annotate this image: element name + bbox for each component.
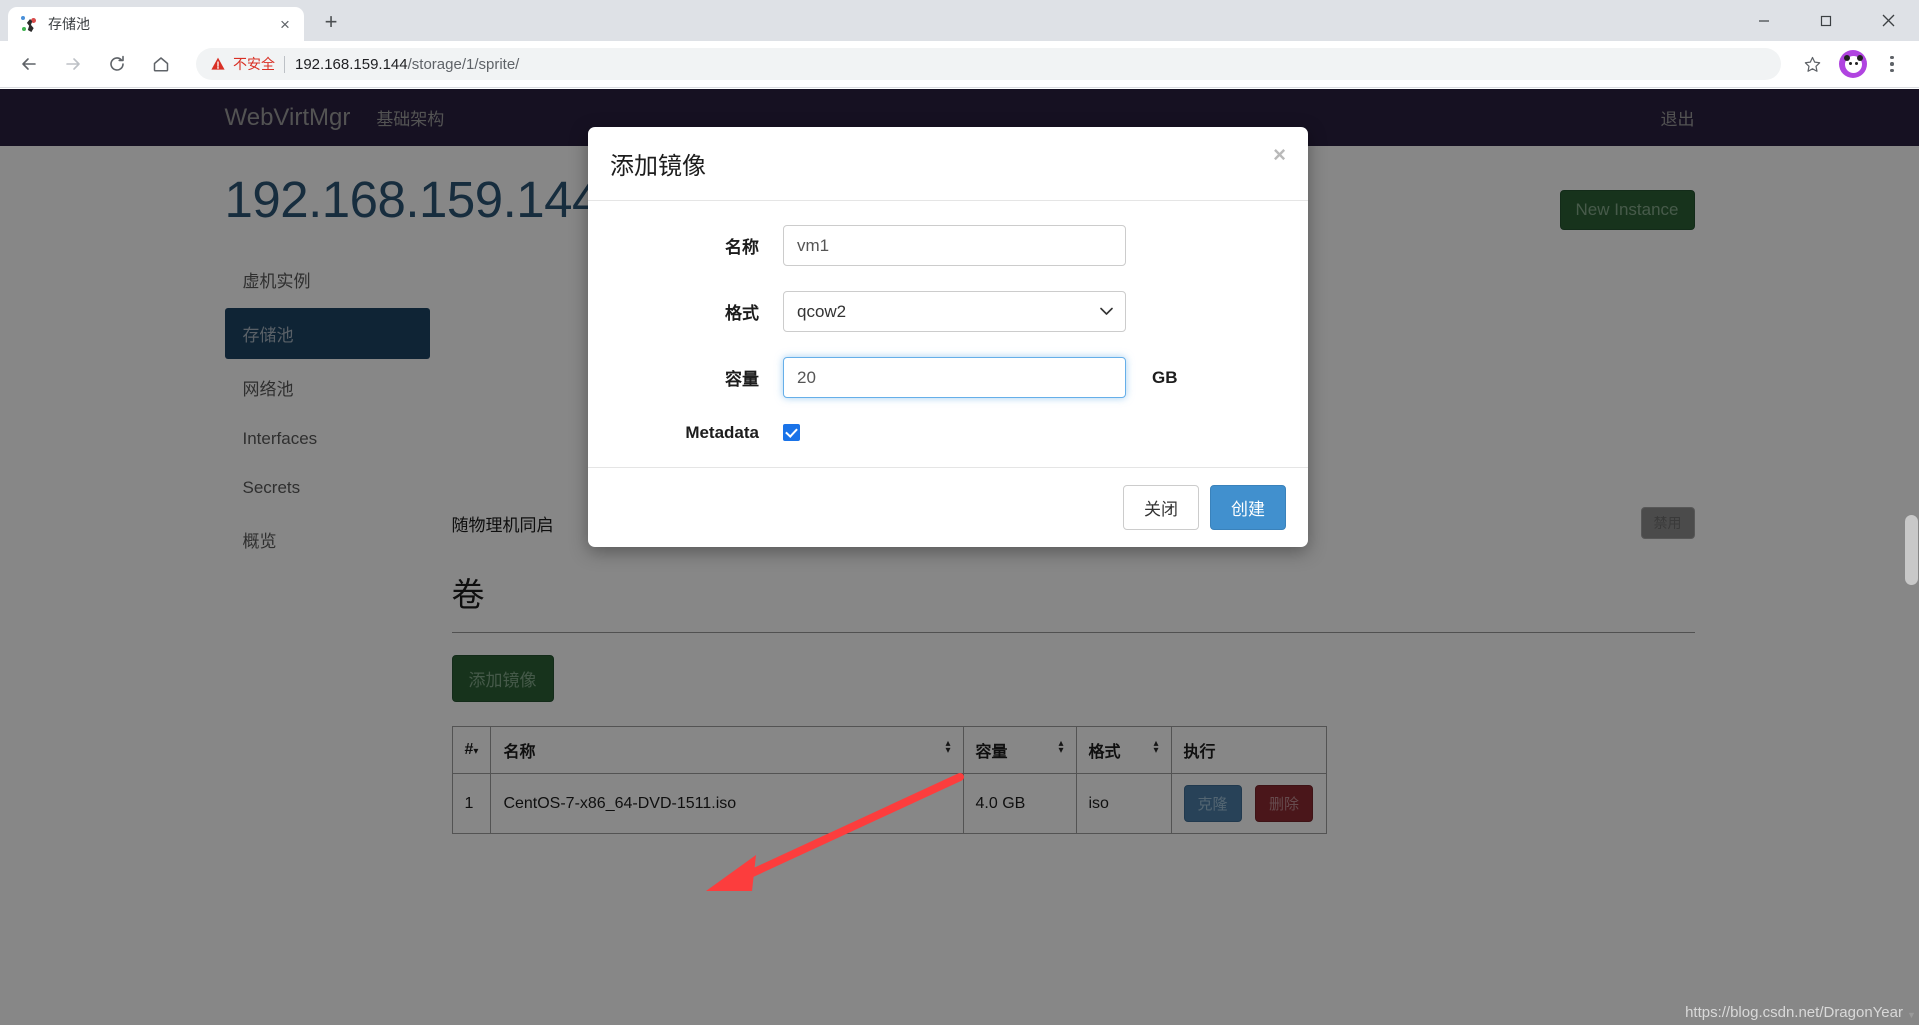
- form-row-format: 格式 qcow2: [610, 291, 1286, 332]
- forward-icon[interactable]: [56, 47, 90, 81]
- page-viewport: WebVirtMgr 基础架构 退出 192.168.159.144 New I…: [0, 89, 1919, 1025]
- reload-icon[interactable]: [100, 47, 134, 81]
- format-select[interactable]: qcow2: [783, 291, 1126, 332]
- address-bar[interactable]: 不安全 192.168.159.144/storage/1/sprite/: [196, 48, 1781, 80]
- form-row-name: 名称: [610, 225, 1286, 266]
- metadata-label: Metadata: [685, 423, 759, 442]
- metadata-checkbox[interactable]: [783, 424, 800, 442]
- name-input[interactable]: [783, 225, 1126, 266]
- panda-avatar-icon: [1843, 54, 1863, 73]
- back-icon[interactable]: [12, 47, 46, 81]
- url-host: 192.168.159.144: [295, 55, 408, 73]
- modal-header: 添加镜像 ×: [588, 127, 1308, 201]
- browser-window: 存储池 × + 不安全 192.168.159.144/storage/1/sp…: [0, 0, 1919, 1025]
- profile-avatar[interactable]: [1839, 50, 1867, 78]
- tab-strip: 存储池 × +: [0, 0, 1919, 41]
- close-tab-icon[interactable]: ×: [274, 13, 296, 35]
- modal-close-button[interactable]: 关闭: [1123, 485, 1199, 530]
- page-scrollbar[interactable]: ▼: [1904, 89, 1919, 1025]
- browser-toolbar: 不安全 192.168.159.144/storage/1/sprite/: [0, 41, 1919, 88]
- url-path: /storage/1/sprite/: [407, 55, 520, 73]
- tab-title: 存储池: [48, 16, 90, 32]
- status-bar-url: https://blog.csdn.net/DragonYear: [1685, 1004, 1903, 1021]
- browser-tab[interactable]: 存储池 ×: [8, 7, 304, 41]
- modal-create-button[interactable]: 创建: [1210, 485, 1286, 530]
- form-row-capacity: 容量 GB: [610, 357, 1286, 398]
- format-label: 格式: [725, 304, 759, 323]
- minimize-icon[interactable]: [1733, 0, 1795, 41]
- modal-body: 名称 格式 qcow2: [588, 201, 1308, 467]
- url-text: 192.168.159.144/storage/1/sprite/: [295, 56, 519, 73]
- not-secure-warning-icon: [210, 56, 226, 72]
- security-label: 不安全: [233, 56, 275, 72]
- new-tab-button[interactable]: +: [314, 5, 348, 39]
- toolbar-right: [1795, 47, 1907, 81]
- modal-title: 添加镜像: [610, 153, 706, 180]
- maximize-icon[interactable]: [1795, 0, 1857, 41]
- window-controls: [1733, 0, 1919, 41]
- close-modal-icon[interactable]: ×: [1273, 144, 1286, 166]
- browser-menu-icon[interactable]: [1877, 47, 1907, 81]
- sprite-favicon-icon: [20, 15, 38, 33]
- scrollbar-thumb[interactable]: [1905, 515, 1918, 585]
- capacity-unit: GB: [1152, 367, 1178, 387]
- capacity-label: 容量: [725, 370, 759, 389]
- home-icon[interactable]: [144, 47, 178, 81]
- modal-footer: 关闭 创建: [588, 467, 1308, 547]
- scroll-down-arrow-icon[interactable]: ▼: [1906, 1010, 1917, 1021]
- name-label: 名称: [725, 238, 759, 257]
- capacity-input[interactable]: [783, 357, 1126, 398]
- omnibox-divider: [284, 55, 285, 73]
- bookmark-star-icon[interactable]: [1795, 47, 1829, 81]
- add-image-modal: 添加镜像 × 名称 格式 qcow2: [588, 127, 1308, 547]
- close-window-icon[interactable]: [1857, 0, 1919, 41]
- form-row-metadata: Metadata: [610, 423, 1286, 443]
